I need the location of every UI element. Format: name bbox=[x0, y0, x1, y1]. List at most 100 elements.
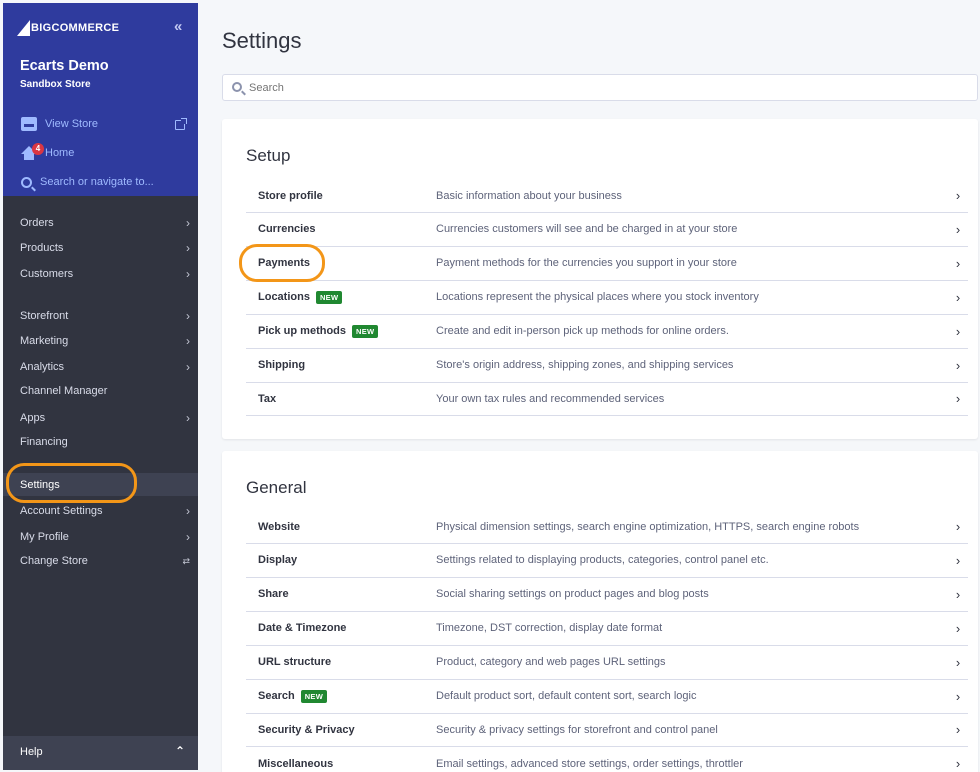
sidebar-item-products[interactable]: Products › bbox=[20, 241, 190, 255]
row-title: Store profile bbox=[246, 190, 436, 202]
row-title-text: Tax bbox=[258, 392, 277, 405]
row-title-text: Store profile bbox=[258, 189, 323, 202]
chevron-right-icon: › bbox=[186, 530, 190, 544]
settings-row-currencies[interactable]: Currencies Currencies customers will see … bbox=[246, 213, 968, 247]
settings-row-date-timezone[interactable]: Date & Timezone Timezone, DST correction,… bbox=[246, 612, 968, 646]
storefront-icon bbox=[21, 117, 37, 131]
sidebar-item-apps[interactable]: Apps › bbox=[20, 411, 190, 425]
nav-label: My Profile bbox=[20, 531, 69, 543]
settings-row-website[interactable]: Website Physical dimension settings, sear… bbox=[246, 510, 968, 544]
chevron-right-icon: › bbox=[186, 216, 190, 230]
settings-row-store-profile[interactable]: Store profile Basic information about you… bbox=[246, 179, 968, 213]
settings-row-share[interactable]: Share Social sharing settings on product … bbox=[246, 578, 968, 612]
help-label: Help bbox=[20, 746, 43, 758]
home-link[interactable]: Home bbox=[21, 146, 74, 160]
settings-row-payments[interactable]: Payments Payment methods for the currenci… bbox=[246, 247, 968, 281]
row-title-text: Security & Privacy bbox=[258, 723, 355, 736]
help-bar[interactable]: Help ⌃ bbox=[3, 736, 198, 770]
row-description: Your own tax rules and recommended servi… bbox=[436, 392, 665, 405]
row-title: Shipping bbox=[246, 359, 436, 371]
sidebar-item-my-profile[interactable]: My Profile › bbox=[20, 530, 190, 544]
settings-row-locations[interactable]: Locations NEW Locations represent the phys… bbox=[246, 281, 968, 315]
home-label: Home bbox=[45, 147, 75, 159]
row-description: Create and edit in-person pick up method… bbox=[436, 325, 729, 338]
settings-row-tax[interactable]: Tax Your own tax rules and recommended se… bbox=[246, 382, 968, 417]
chevron-right-icon: › bbox=[186, 309, 190, 323]
settings-search-input[interactable] bbox=[249, 79, 949, 97]
row-description: Security & privacy settings for storefro… bbox=[436, 723, 718, 736]
logo-text: BIGCOMMERCE bbox=[31, 22, 120, 34]
chevron-right-icon: › bbox=[955, 357, 961, 373]
sidebar-item-account-settings[interactable]: Account Settings › bbox=[20, 504, 190, 518]
store-type: Sandbox Store bbox=[20, 79, 91, 90]
row-description: Basic information about your business bbox=[436, 189, 622, 202]
chevron-right-icon: › bbox=[955, 289, 961, 305]
sidebar-item-channel-manager[interactable]: Channel Manager bbox=[20, 385, 190, 397]
sidebar-item-analytics[interactable]: Analytics › bbox=[20, 360, 190, 374]
row-title: Miscellaneous bbox=[246, 758, 436, 770]
new-badge: NEW bbox=[352, 324, 379, 338]
settings-row-shipping[interactable]: Shipping Store's origin address, shipping… bbox=[246, 349, 968, 383]
row-title-text: URL structure bbox=[258, 656, 332, 669]
row-title-text: Date & Timezone bbox=[258, 622, 347, 635]
chevron-right-icon: › bbox=[186, 411, 190, 425]
sidebar-item-financing[interactable]: Financing bbox=[20, 436, 190, 448]
sidebar: BIGCOMMERCE « Ecarts Demo Sandbox Store … bbox=[3, 3, 198, 770]
row-title-text: Miscellaneous bbox=[258, 757, 334, 770]
search-icon bbox=[21, 176, 32, 188]
sidebar-item-change-store[interactable]: Change Store ⇄ bbox=[20, 555, 190, 567]
setup-panel: Setup Store profile Basic information abo… bbox=[222, 119, 978, 439]
nav-label: Orders bbox=[20, 217, 54, 229]
store-name: Ecarts Demo bbox=[20, 58, 109, 74]
nav-label: Channel Manager bbox=[20, 385, 108, 397]
row-title-text: Website bbox=[258, 520, 300, 533]
sidebar-search[interactable]: Search or navigate to... bbox=[21, 176, 154, 188]
nav-label: Storefront bbox=[20, 310, 69, 322]
general-panel: General Website Physical dimension settin… bbox=[222, 451, 978, 772]
sidebar-item-customers[interactable]: Customers › bbox=[20, 267, 190, 281]
row-title-text: Locations bbox=[258, 291, 310, 304]
row-title: Date & Timezone bbox=[246, 622, 436, 634]
row-title: Locations NEW bbox=[246, 290, 436, 304]
row-description: Product, category and web pages URL sett… bbox=[436, 656, 666, 669]
chevron-right-icon: › bbox=[955, 552, 961, 568]
row-description: Social sharing settings on product pages… bbox=[436, 588, 709, 601]
row-title: Share bbox=[246, 588, 436, 600]
chevron-right-icon: › bbox=[955, 188, 961, 203]
row-description: Physical dimension settings, search engi… bbox=[436, 520, 860, 533]
nav-label: Products bbox=[20, 242, 64, 254]
settings-row-pick-up-methods[interactable]: Pick up methods NEW Create and edit in-per… bbox=[246, 315, 968, 349]
bigcommerce-logo[interactable]: BIGCOMMERCE bbox=[17, 17, 119, 39]
row-description: Currencies customers will see and be cha… bbox=[436, 223, 738, 236]
row-title: Display bbox=[246, 554, 436, 566]
settings-highlight-ring bbox=[6, 463, 137, 503]
row-title: Website bbox=[246, 521, 436, 533]
chevron-up-icon: ⌃ bbox=[175, 744, 186, 758]
sidebar-item-storefront[interactable]: Storefront › bbox=[20, 309, 190, 323]
chevron-right-icon: › bbox=[955, 620, 961, 636]
row-title: Pick up methods NEW bbox=[246, 324, 436, 338]
sidebar-item-marketing[interactable]: Marketing › bbox=[20, 334, 190, 348]
chevron-right-icon: › bbox=[186, 241, 190, 255]
chevron-right-icon: › bbox=[955, 688, 961, 704]
settings-search[interactable] bbox=[222, 74, 978, 101]
chevron-right-icon: › bbox=[955, 756, 961, 772]
settings-row-display[interactable]: Display Settings related to displaying pr… bbox=[246, 544, 968, 578]
chevron-right-icon: › bbox=[186, 334, 190, 348]
sidebar-item-orders[interactable]: Orders › bbox=[20, 216, 190, 230]
view-store-link[interactable]: View Store bbox=[21, 117, 98, 131]
collapse-sidebar-icon[interactable]: « bbox=[174, 18, 182, 35]
row-title: Search NEW bbox=[246, 689, 436, 703]
row-description: Timezone, DST correction, display date f… bbox=[436, 622, 663, 635]
external-link-icon[interactable] bbox=[175, 118, 187, 130]
nav-label: Financing bbox=[20, 436, 68, 448]
general-heading: General bbox=[246, 478, 307, 497]
row-description: Store's origin address, shipping zones, … bbox=[436, 359, 734, 371]
settings-row-security-privacy[interactable]: Security & Privacy Security & privacy set… bbox=[246, 713, 968, 748]
nav-label: Change Store bbox=[20, 555, 88, 567]
settings-row-miscellaneous[interactable]: Miscellaneous Email settings, advanced st… bbox=[246, 747, 968, 772]
nav-label: Marketing bbox=[20, 335, 69, 347]
settings-row-search[interactable]: Search NEW Default product sort, default c… bbox=[246, 680, 968, 714]
settings-row-url-structure[interactable]: URL structure Product, category and web p… bbox=[246, 646, 968, 680]
payments-highlight-ring bbox=[239, 244, 325, 282]
